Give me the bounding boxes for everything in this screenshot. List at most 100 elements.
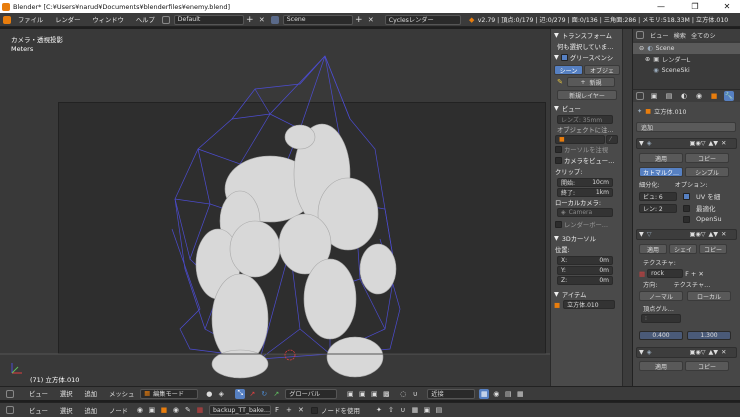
mod2-copy-button[interactable]: コピー (699, 244, 727, 254)
catmull-clark-button[interactable]: カトマルク… (639, 167, 683, 177)
image-icon[interactable]: ▦ (195, 405, 205, 415)
pin-tree-icon[interactable]: ✦ (374, 405, 384, 415)
shading-icon[interactable]: ● (204, 389, 214, 399)
remove-scene-icon[interactable]: ✕ (366, 15, 376, 25)
render-engine-select[interactable]: Cyclesレンダー (384, 14, 461, 25)
remove-layout-icon[interactable]: ✕ (257, 15, 267, 25)
apply-as-shape-button[interactable]: シェイ (669, 244, 697, 254)
opengl-render-icon[interactable]: ◉ (491, 389, 501, 399)
image-select[interactable]: backup_TT_bake… (208, 405, 271, 415)
edge-select-icon[interactable]: ▣ (357, 389, 367, 399)
rotate-icon[interactable]: ↻ (259, 389, 269, 399)
use-nodes-checkbox[interactable] (310, 406, 318, 414)
unlink-texture-icon[interactable]: ✕ (698, 270, 703, 278)
add-layout-icon[interactable]: + (245, 15, 255, 25)
shader-nodes-icon[interactable]: ◉ (135, 405, 145, 415)
menu-render[interactable]: レンダー (49, 15, 86, 24)
properties-editor-icon[interactable] (636, 92, 644, 100)
layout-icon[interactable] (161, 15, 170, 24)
proportional-icon[interactable]: ◌ (398, 389, 408, 399)
render-animation-icon[interactable]: ▤ (503, 389, 513, 399)
mod1-copy-button[interactable]: コピー (685, 153, 729, 163)
third-modifier-header[interactable]: ▼ ◈ ▣◉▽ ▲▼ ✕ (636, 347, 737, 358)
clip-start-field[interactable]: 開始: 10cm (557, 178, 613, 187)
menu-view-2[interactable]: ビュー (23, 406, 54, 415)
outliner-item-scene-sky[interactable]: ⊕◉SceneSki (633, 65, 740, 76)
menu-view[interactable]: ビュー (23, 389, 54, 398)
cursor-x-field[interactable]: X: 0m (557, 256, 613, 265)
cursor-y-field[interactable]: Y: 0m (557, 266, 613, 275)
snap-node-icon[interactable]: ∪ (398, 405, 408, 415)
clip-end-field[interactable]: 終了: 1km (557, 188, 613, 197)
midlevel-field[interactable]: 0.400 (639, 331, 683, 340)
add-scene-icon[interactable]: + (354, 15, 364, 25)
tab-scene[interactable]: シーン (554, 65, 583, 75)
object-nodes-icon[interactable]: ■ (159, 405, 169, 415)
new-layer-button[interactable]: 新規レイヤー (557, 90, 617, 100)
mod3-apply-button[interactable]: 適用 (639, 361, 683, 371)
editor-type-icon[interactable] (6, 406, 14, 414)
scene-field[interactable]: Scene (282, 14, 353, 25)
paste-nodes-icon[interactable]: ▤ (434, 405, 444, 415)
mode-select[interactable]: ▦ 編集モード (140, 388, 199, 399)
menu-file[interactable]: ファイル (12, 15, 49, 24)
snap-icon[interactable]: ∪ (410, 389, 420, 399)
outliner-item-scene[interactable]: ⊖ ◐ Scene (633, 43, 740, 54)
simple-button[interactable]: シンプル (685, 167, 729, 177)
mesh-wireframe[interactable] (0, 29, 550, 386)
menu-node[interactable]: ノード (103, 406, 134, 415)
3d-viewport[interactable]: カメラ・透視投影 Meters (71) 立方体.010 (0, 29, 550, 386)
mod1-apply-button[interactable]: 適用 (639, 153, 683, 163)
view-levels-field[interactable]: ビュ: 6 (639, 191, 677, 201)
render-levels-field[interactable]: レン: 2 (639, 203, 677, 213)
maximize-button[interactable]: ❐ (684, 0, 706, 13)
region-divider[interactable] (622, 29, 632, 386)
menu-mesh[interactable]: メッシュ (103, 389, 140, 398)
add-modifier-button[interactable]: 追加 (636, 122, 736, 132)
render-tab-icon[interactable]: ▣ (649, 91, 659, 101)
lock-object-field[interactable]: ■ (555, 135, 605, 144)
item-name-field[interactable]: 立方体.010 (563, 300, 616, 309)
transform-header[interactable]: ▼ トランスフォーム (551, 30, 622, 41)
optimal-display-checkbox[interactable] (683, 204, 690, 212)
cursor-z-field[interactable]: Z: 0m (557, 276, 613, 285)
new-grease-pencil-button[interactable]: + 新規 (567, 77, 615, 87)
translate-icon[interactable]: ↗ (247, 389, 257, 399)
camera-to-view-toggle[interactable]: カメラをビュー… (551, 155, 622, 166)
outliner-editor-icon[interactable] (636, 31, 644, 39)
close-button[interactable]: ✕ (716, 0, 738, 13)
eyedropper-icon[interactable]: ⁄ (606, 135, 618, 144)
minimize-button[interactable]: — (650, 0, 672, 13)
view-header[interactable]: ▼ ビュー (551, 103, 622, 114)
pivot-icon[interactable]: ◈ (216, 389, 226, 399)
pencil-icon[interactable]: ✎ (555, 77, 565, 87)
mod2-apply-button[interactable]: 適用 (639, 244, 667, 254)
scene-icon[interactable] (270, 15, 279, 24)
editor-type-icon[interactable] (3, 15, 11, 24)
subdivide-uv-checkbox[interactable] (683, 192, 690, 200)
direction-select[interactable]: ノーマル (639, 291, 683, 301)
menu-help[interactable]: ヘルプ (130, 15, 161, 24)
texture-field[interactable]: rock (647, 269, 684, 278)
local-camera-field[interactable]: ◈ Camera (557, 208, 613, 217)
face-select-icon[interactable]: ▣ (369, 389, 379, 399)
go-to-parent-icon[interactable]: ⇧ (386, 405, 396, 415)
world-tab-icon[interactable]: ◉ (694, 91, 704, 101)
copy-nodes-icon[interactable]: ▣ (422, 405, 432, 415)
object-tab-icon[interactable]: ■ (709, 91, 719, 101)
snap-element-icon[interactable]: ▦ (479, 388, 490, 399)
mod3-copy-button[interactable]: コピー (685, 361, 729, 371)
line-style-icon[interactable]: ✎ (183, 405, 193, 415)
new-image-icon[interactable]: + (284, 405, 294, 415)
outliner-tab-search[interactable]: 検索 (674, 31, 686, 40)
outliner-tab-view[interactable]: ビュー (650, 31, 669, 40)
grease-pencil-header[interactable]: ▼ グリースペンシ (551, 52, 622, 63)
vertex-group-field[interactable]: ⁝ (641, 314, 681, 323)
texture-users-icon[interactable]: F (685, 270, 689, 278)
subsurf-modifier-header[interactable]: ▼ ◈ ▣◉▽ ▲▼ ✕ (636, 138, 737, 149)
menu-add[interactable]: 追加 (78, 389, 103, 398)
snap-mode-icon[interactable]: ▦ (410, 405, 420, 415)
menu-select-2[interactable]: 選択 (54, 406, 79, 415)
compositing-nodes-icon[interactable]: ▣ (147, 405, 157, 415)
manipulator-icon[interactable]: ⤡ (235, 388, 246, 399)
